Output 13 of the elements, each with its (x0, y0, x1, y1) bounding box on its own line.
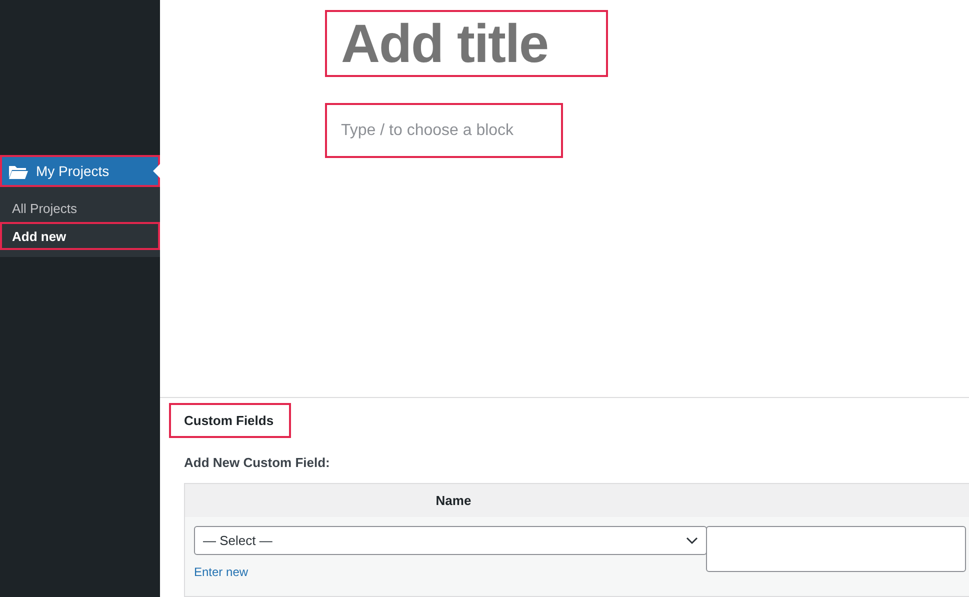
folder-icon (8, 163, 28, 179)
panel-heading[interactable]: Custom Fields (169, 403, 291, 438)
value-field[interactable] (706, 526, 966, 572)
column-header: Name (434, 493, 472, 508)
name-select[interactable]: — Select — (194, 526, 707, 555)
menu-item[interactable]: My Projects (0, 155, 160, 187)
enter-new-link[interactable]: Enter new (194, 565, 248, 579)
block-field[interactable]: Type / to choose a block (327, 105, 561, 156)
chevron-icon (686, 536, 698, 544)
submenu-item[interactable]: Add new (0, 222, 160, 250)
section-label: Add New Custom Field: (184, 455, 331, 470)
submenu-item[interactable]: All Projects (0, 194, 160, 222)
title-field[interactable]: Add title (327, 12, 606, 75)
